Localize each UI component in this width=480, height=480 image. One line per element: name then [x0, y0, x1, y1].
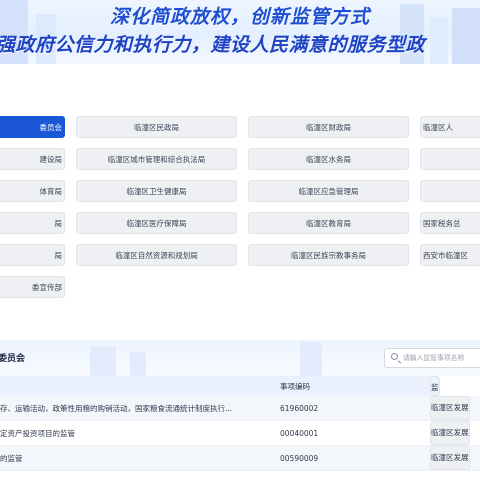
dept-button-medical-security[interactable]: 临潼区医疗保障局 [76, 212, 237, 234]
column-header-department: 监 [430, 376, 440, 396]
dept-button-row4-col1[interactable]: 局 [0, 212, 65, 234]
banner-building-decoration [430, 18, 448, 64]
column-header-code: 事项编码 [280, 376, 430, 396]
search-icon [391, 353, 398, 360]
table-header-row: 事项编码 监 [0, 376, 480, 396]
dept-button-human-resources[interactable]: 临潼区人 [420, 116, 480, 138]
dept-button-water-affairs[interactable]: 临潼区水务局 [248, 148, 409, 170]
panel-title: 委员会 [0, 354, 26, 364]
dept-button-sports[interactable]: 体育局 [0, 180, 65, 202]
top-banner: 深化简政放权，创新监管方式 强政府公信力和执行力，建设人民满意的服务型政 [0, 0, 480, 64]
item-name[interactable]: 的监管 [0, 446, 280, 471]
supervision-items-table: 事项编码 监 存、运输活动，政策性用粮的购销活动，国家粮食流通统计制度执行...… [0, 376, 480, 471]
item-department: 临潼区发展 [430, 421, 470, 445]
table-row[interactable]: 的监管 00590009 临潼区发展 [0, 445, 480, 471]
banner-building-decoration [452, 8, 480, 64]
dept-button-propaganda[interactable]: 委宣传部 [0, 276, 65, 298]
dept-button-finance[interactable]: 临潼区财政局 [248, 116, 409, 138]
table-row[interactable]: 定资产投资项目的监管 00040001 临潼区发展 [0, 420, 480, 446]
dept-button-development-reform-commission[interactable]: 委员会 [0, 116, 65, 138]
panel-decoration [300, 342, 322, 376]
dept-button-tax-bureau[interactable]: 国家税务总 [420, 212, 480, 234]
dept-button-row3-col4[interactable] [420, 180, 480, 202]
dept-button-urban-management[interactable]: 临潼区城市管理和综合执法局 [76, 148, 237, 170]
table-row[interactable]: 存、运输活动，政策性用粮的购销活动，国家粮食流通统计制度执行... 619600… [0, 396, 480, 421]
dept-button-row2-col4[interactable] [420, 148, 480, 170]
panel-decoration [90, 346, 116, 376]
item-code: 00590009 [280, 453, 319, 463]
dept-button-ethnic-religious-affairs[interactable]: 临潼区民族宗教事务局 [248, 244, 409, 266]
item-name[interactable]: 存、运输活动，政策性用粮的购销活动，国家粮食流通统计制度执行... [0, 396, 280, 421]
banner-title: 深化简政放权，创新监管方式 [109, 6, 370, 28]
dept-button-row5-col1[interactable]: 局 [0, 244, 65, 266]
search-box[interactable] [384, 348, 480, 368]
item-code: 00040001 [280, 428, 319, 438]
panel-decoration [130, 352, 146, 376]
dept-button-natural-resources[interactable]: 临潼区自然资源和规划局 [76, 244, 237, 266]
banner-subtitle: 强政府公信力和执行力，建设人民满意的服务型政 [0, 34, 426, 56]
search-input[interactable] [403, 349, 480, 367]
dept-button-civil-affairs[interactable]: 临潼区民政局 [76, 116, 237, 138]
department-grid: 委员会 临潼区民政局 临潼区财政局 临潼区人 建设局 临潼区城市管理和综合执法局… [0, 116, 480, 302]
dept-button-emergency-management[interactable]: 临潼区应急管理局 [248, 180, 409, 202]
dept-button-health[interactable]: 临潼区卫生健康局 [76, 180, 237, 202]
item-code: 61960002 [280, 403, 319, 413]
column-header-name [0, 376, 280, 396]
dept-button-education[interactable]: 临潼区教育局 [248, 212, 409, 234]
dept-button-housing-construction[interactable]: 建设局 [0, 148, 65, 170]
item-department: 临潼区发展 [430, 446, 470, 470]
item-name[interactable]: 定资产投资项目的监管 [0, 421, 280, 446]
item-department: 临潼区发展 [430, 396, 470, 420]
dept-button-xian-lintong[interactable]: 西安市临潼区 [420, 244, 480, 266]
